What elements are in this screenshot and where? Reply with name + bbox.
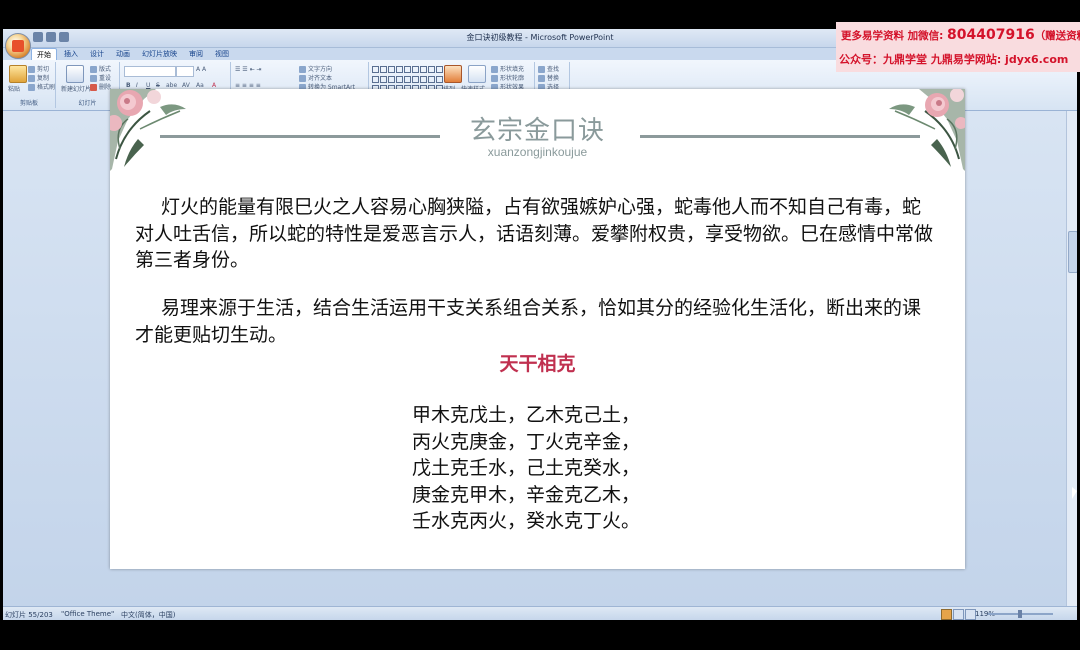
section-title[interactable]: 天干相克	[110, 349, 965, 376]
paste-button[interactable]: 粘贴	[8, 84, 20, 93]
new-slide-button[interactable]: 新建幻灯片	[58, 84, 94, 93]
slide-count: 幻灯片 55/203	[5, 611, 53, 619]
brush-icon	[28, 84, 35, 91]
outline-icon	[491, 75, 498, 82]
office-button[interactable]	[5, 33, 31, 59]
tab-view[interactable]: 视图	[210, 48, 234, 60]
tab-home[interactable]: 开始	[31, 48, 57, 60]
shadow-button[interactable]: abe	[166, 82, 177, 89]
watermark-line-1: 更多易学资料 加微信: 804407916（赠送资料）	[841, 27, 1080, 43]
binoculars-icon	[538, 66, 545, 73]
delete-icon	[90, 84, 97, 91]
reset-icon	[90, 75, 97, 82]
poem-line: 庚金克甲木，辛金克乙木，	[412, 483, 641, 506]
underline-button[interactable]: U	[146, 82, 150, 89]
scissors-icon	[28, 66, 35, 73]
clipboard-group: 粘贴 剪切 复制 格式刷 剪贴板	[3, 62, 56, 108]
watermark-banner: 更多易学资料 加微信: 804407916（赠送资料） 公众号：九鼎学堂 九鼎易…	[836, 22, 1080, 72]
poem-block[interactable]: 甲木克戊土，乙木克己土， 丙火克庚金，丁火克辛金， 戊土克壬水，己土克癸水， 庚…	[412, 402, 712, 535]
delete-slide-button[interactable]: 删除	[90, 82, 111, 91]
grow-font-icon[interactable]: A A	[196, 66, 206, 73]
slide-canvas[interactable]: 玄宗金口诀 xuanzongjinkoujue 灯火的能量有限巳火之人容易心胸狭…	[110, 89, 965, 569]
reset-button[interactable]: 重设	[90, 73, 111, 82]
paragraph-2[interactable]: 易理来源于生活，结合生活运用干支关系组合关系，恰如其分的经验化生活化，断出来的课…	[135, 295, 935, 348]
clipboard-label: 剪贴板	[19, 100, 38, 107]
tab-review[interactable]: 审阅	[184, 48, 208, 60]
new-slide-icon[interactable]	[66, 65, 84, 83]
paragraph-1[interactable]: 灯火的能量有限巳火之人容易心胸狭隘，占有欲强嫉妒心强，蛇毒他人而不知自己有毒，蛇…	[135, 194, 935, 274]
strikethrough-button[interactable]: S	[156, 82, 160, 89]
font-size-box[interactable]	[176, 66, 194, 77]
replace-icon	[538, 75, 545, 82]
arrange-icon[interactable]	[444, 65, 462, 83]
tab-animations[interactable]: 动画	[111, 48, 135, 60]
bold-button[interactable]: B	[126, 82, 131, 89]
tab-design[interactable]: 设计	[85, 48, 109, 60]
paste-icon[interactable]	[9, 65, 27, 83]
tab-insert[interactable]: 插入	[59, 48, 83, 60]
scrollbar-thumb[interactable]	[1068, 231, 1077, 273]
quick-styles-icon[interactable]	[468, 65, 486, 83]
copy-icon	[28, 75, 35, 82]
office-logo-icon	[12, 40, 24, 52]
change-case-button[interactable]: Aa	[196, 82, 204, 89]
shape-fill-button[interactable]: 形状填充	[491, 64, 524, 73]
watermark-line-2: 公众号：九鼎学堂 九鼎易学网站: jdyx6.com	[839, 53, 1069, 66]
fill-icon	[491, 66, 498, 73]
sorter-view-icon[interactable]	[953, 609, 964, 620]
language-indicator: 中文(简体，中国)	[121, 611, 176, 619]
font-color-button[interactable]: A	[212, 82, 216, 89]
bullets-icon[interactable]: ☰ ☰ ⇤ ⇥	[235, 66, 262, 73]
cut-button[interactable]: 剪切	[28, 64, 49, 73]
normal-view-icon[interactable]	[941, 609, 952, 620]
shape-outline-button[interactable]: 形状轮廓	[491, 73, 524, 82]
theme-name: "Office Theme"	[61, 610, 115, 618]
char-spacing-button[interactable]: AV	[182, 82, 190, 89]
replace-button[interactable]: 替换	[538, 73, 559, 82]
align-text-icon	[299, 75, 306, 82]
format-painter-button[interactable]: 格式刷	[28, 82, 55, 91]
ribbon-tabs: 开始 插入 设计 动画 幻灯片放映 审阅 视图	[31, 48, 234, 60]
layout-icon	[90, 66, 97, 73]
find-button[interactable]: 查找	[538, 64, 559, 73]
font-name-box[interactable]	[124, 66, 176, 77]
slide-subtitle[interactable]: xuanzongjinkoujue	[110, 145, 965, 159]
align-text-button[interactable]: 对齐文本	[299, 73, 332, 82]
recording-frame: 金口诀初级教程 - Microsoft PowerPoint 开始 插入 设计 …	[0, 0, 1080, 650]
zoom-slider[interactable]	[988, 610, 1053, 618]
copy-button[interactable]: 复制	[28, 73, 49, 82]
italic-button[interactable]: I	[136, 82, 138, 89]
poem-line: 戊土克壬水，己土克癸水，	[412, 457, 641, 479]
vertical-scrollbar[interactable]	[1066, 111, 1077, 606]
status-bar: 幻灯片 55/203 "Office Theme" 中文(简体，中国) 119%	[3, 606, 1077, 620]
layout-button[interactable]: 版式	[90, 64, 111, 73]
poem-line: 甲木克戊土，乙木克己土，	[412, 404, 641, 426]
poem-line: 丙火克庚金，丁火克辛金，	[412, 430, 641, 453]
mouse-cursor-icon	[1072, 487, 1077, 499]
zoom-slider-knob[interactable]	[1018, 610, 1022, 618]
watermark-wechat-number: 804407916	[947, 27, 1035, 43]
slide-title[interactable]: 玄宗金口诀	[110, 110, 965, 147]
align-icon[interactable]: ≡ ≡ ≡ ≡	[235, 82, 261, 89]
text-direction-icon	[299, 66, 306, 73]
tab-slideshow[interactable]: 幻灯片放映	[137, 48, 182, 60]
poem-line: 壬水克丙火，癸水克丁火。	[412, 510, 641, 532]
text-direction-button[interactable]: 文字方向	[299, 64, 332, 73]
